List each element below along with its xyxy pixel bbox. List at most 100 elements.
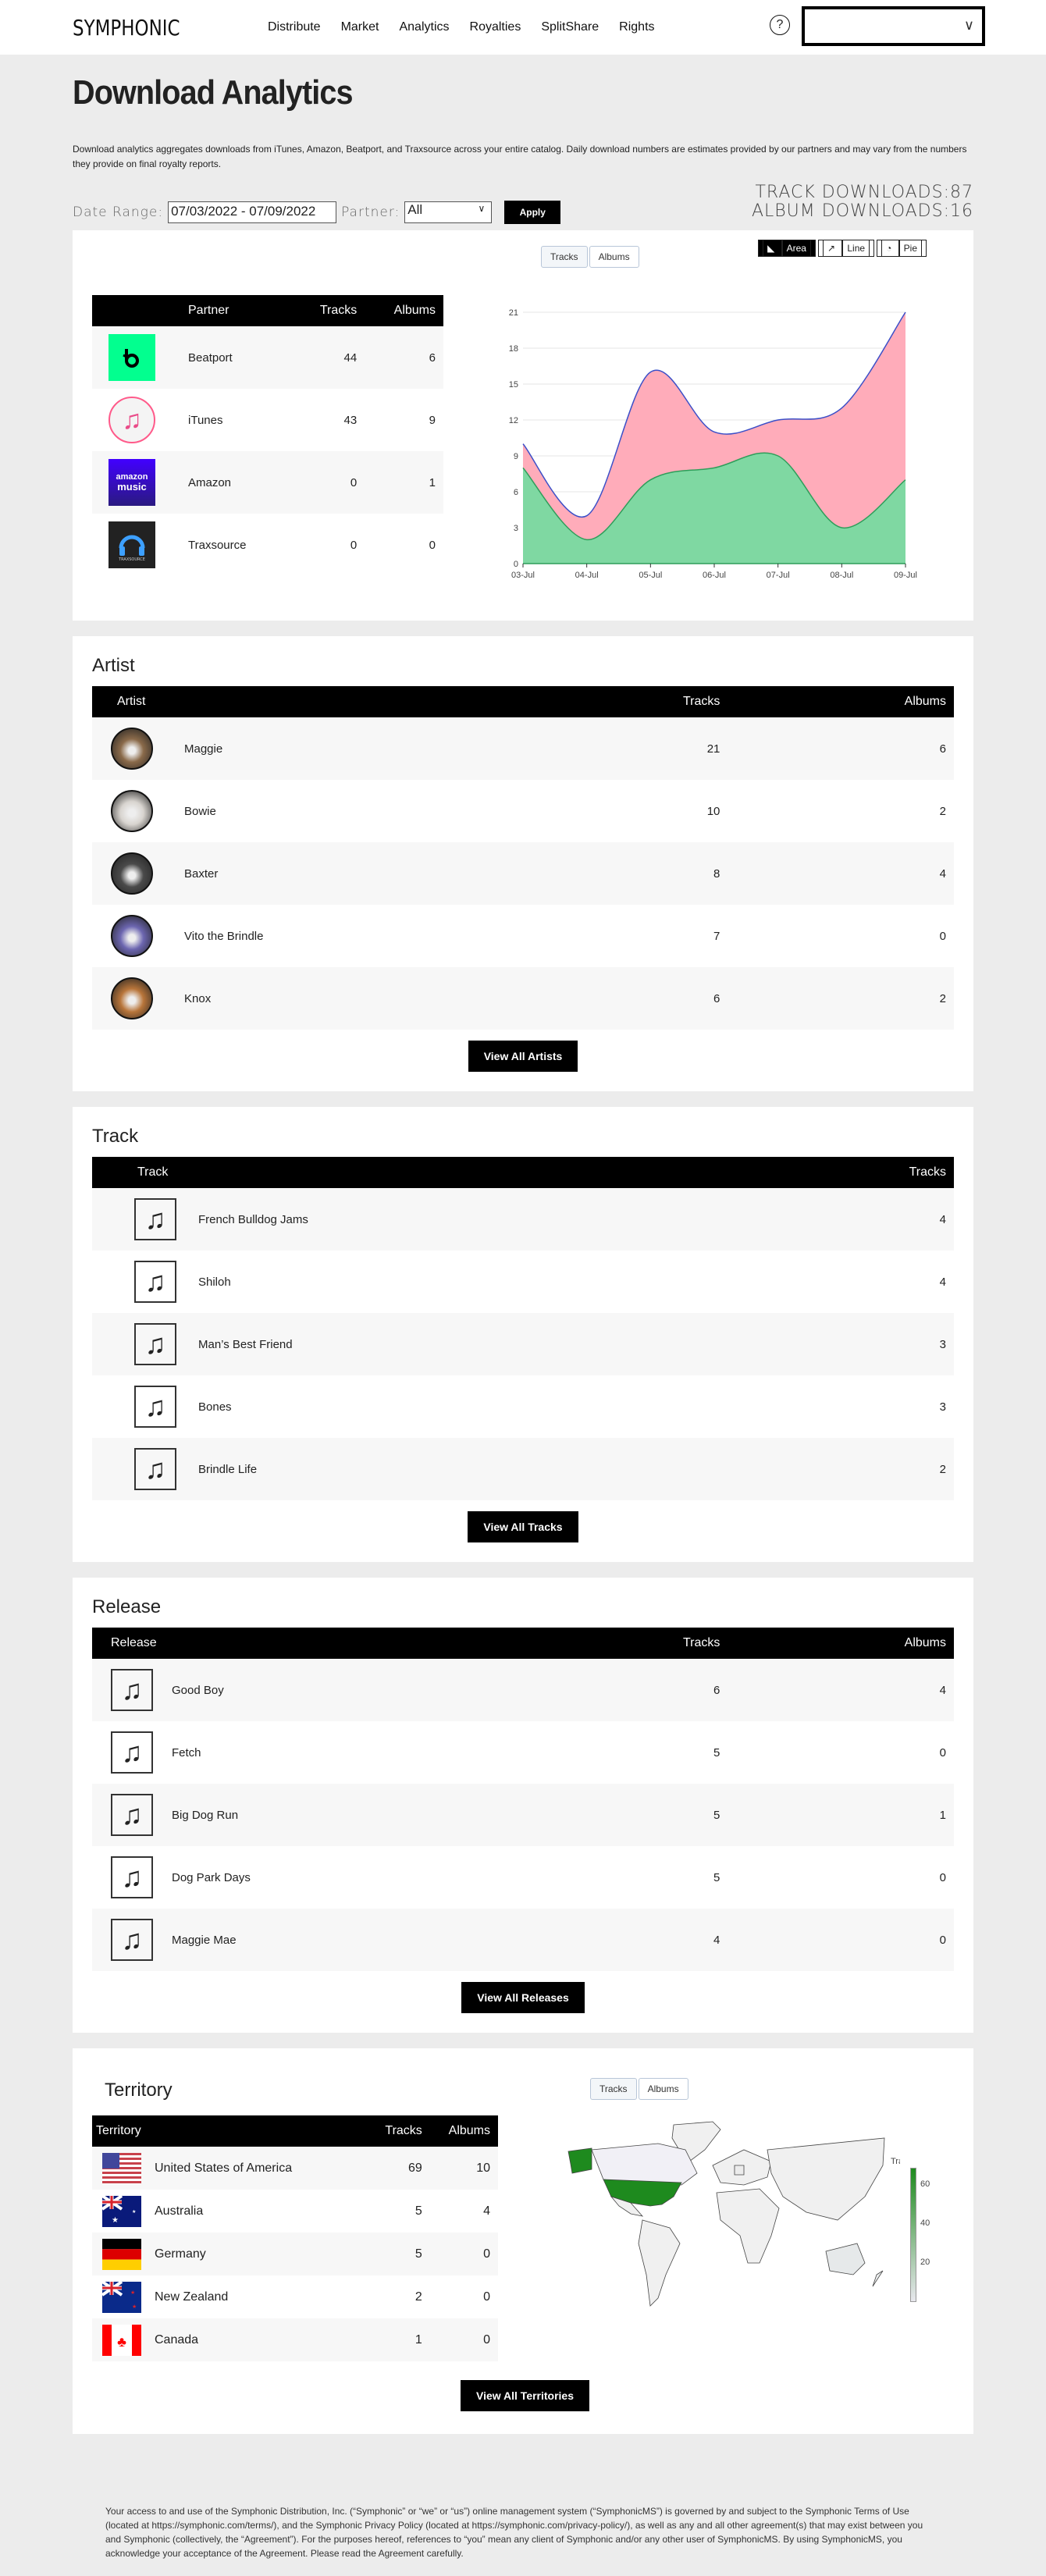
apply-button[interactable]: Apply [504, 201, 561, 225]
column-header-albums[interactable]: Albums [728, 686, 954, 718]
column-header-track[interactable]: Track [92, 1157, 806, 1189]
column-header-partner[interactable]: Partner [166, 295, 294, 327]
artist-avatar [111, 728, 153, 770]
track-section-title: Track [92, 1126, 139, 1147]
nav-royalties[interactable]: Royalties [470, 20, 521, 34]
territory-name[interactable]: Australia [155, 2204, 203, 2218]
column-header-tracks[interactable]: Tracks [523, 686, 728, 718]
view-all-releases-button[interactable]: View All Releases [461, 1982, 585, 2014]
column-header-artist[interactable]: Artist [92, 686, 523, 718]
table-row[interactable]: United States of America 69 10 [92, 2147, 498, 2190]
partner-albums: 9 [429, 413, 436, 427]
table-row[interactable]: ♫ French Bulldog Jams 4 [92, 1188, 954, 1251]
artist-name[interactable]: Bowie [184, 805, 216, 818]
view-all-territories-button[interactable]: View All Territories [461, 2380, 590, 2412]
territory-name[interactable]: New Zealand [155, 2290, 228, 2304]
pie-chart-button[interactable]: ◔ Pie [877, 240, 927, 258]
release-name[interactable]: Good Boy [172, 1684, 224, 1697]
column-header-tracks[interactable]: Tracks [365, 2115, 422, 2147]
table-row[interactable]: ★ ★ Australia 5 4 [92, 2190, 498, 2233]
account-select[interactable]: ∨ [802, 6, 985, 46]
partner-tracks: 0 [293, 451, 365, 514]
territory-name[interactable]: Canada [155, 2333, 198, 2347]
view-all-artists-button[interactable]: View All Artists [468, 1041, 578, 1073]
table-row[interactable]: ♫ Dog Park Days 5 0 [92, 1846, 954, 1909]
table-row[interactable]: ♫ Bones 3 [92, 1375, 954, 1438]
table-row[interactable]: ★ ★ New Zealand 2 0 [92, 2275, 498, 2318]
table-row[interactable]: ♫ Brindle Life 2 [92, 1438, 954, 1501]
artist-avatar [111, 915, 153, 958]
symphonic-logo[interactable]: SYMPHONIC [73, 15, 220, 41]
colorbar-tick: 20 [920, 2258, 930, 2268]
track-name[interactable]: Shiloh [198, 1276, 231, 1289]
track-name[interactable]: French Bulldog Jams [198, 1213, 308, 1226]
partner-tracks: 0 [350, 538, 358, 552]
release-name[interactable]: Big Dog Run [172, 1809, 238, 1822]
table-row[interactable]: ♫ Good Boy 6 4 [92, 1659, 954, 1722]
table-row[interactable]: amazon music Amazon 0 1 [92, 451, 443, 514]
line-chart-button[interactable]: ↗ Line [817, 240, 875, 258]
track-downloads-total: TRACK DOWNLOADS:87 [755, 183, 973, 203]
artist-name[interactable]: Maggie [184, 742, 222, 756]
column-header-territory[interactable]: Territory [92, 2115, 366, 2147]
partner-label: Partner: [341, 205, 400, 221]
table-row[interactable]: ♫ Maggie Mae 4 0 [92, 1909, 954, 1972]
column-header-release[interactable]: Release [92, 1628, 523, 1660]
partner-select[interactable]: All ∨ [404, 201, 493, 224]
x-tick-label: 04-Jul [575, 571, 599, 580]
table-row[interactable]: ♣ Canada 1 0 [92, 2318, 498, 2362]
column-header-tracks[interactable]: Tracks [523, 1628, 728, 1660]
table-row[interactable]: TRAXSOURCE Traxsource 0 0 [92, 514, 443, 576]
track-name[interactable]: Man’s Best Friend [198, 1338, 293, 1351]
release-name[interactable]: Dog Park Days [172, 1871, 251, 1884]
table-row[interactable]: ♫ Shiloh 4 [92, 1251, 954, 1313]
table-row[interactable]: Knox 6 2 [92, 967, 954, 1030]
track-name[interactable]: Brindle Life [198, 1463, 257, 1476]
artist-table: Artist Tracks Albums Maggie 21 6 Bowie 10… [92, 686, 954, 1030]
release-albums: 0 [939, 1870, 946, 1884]
nav-market[interactable]: Market [341, 20, 379, 34]
table-row[interactable]: Maggie 21 6 [92, 717, 954, 781]
view-all-tracks-button[interactable]: View All Tracks [468, 1511, 578, 1543]
release-name[interactable]: Maggie Mae [172, 1934, 237, 1947]
table-row[interactable]: Bowie 10 2 [92, 780, 954, 842]
map-albums-toggle-button[interactable]: Albums [638, 2078, 688, 2101]
tracks-toggle-button[interactable]: Tracks [541, 246, 588, 269]
table-row[interactable]: ♫ Fetch 5 0 [92, 1721, 954, 1784]
artist-name[interactable]: Baxter [184, 867, 218, 881]
albums-toggle-button[interactable]: Albums [589, 246, 639, 269]
main-nav: Distribute Market Analytics Royalties Sp… [268, 20, 655, 34]
territory-section-title: Territory [105, 2080, 173, 2101]
territory-name[interactable]: United States of America [155, 2161, 292, 2175]
territory-albums: 0 [483, 2290, 490, 2304]
table-row[interactable]: Beatport 44 6 [92, 326, 443, 390]
table-row[interactable]: Vito the Brindle 7 0 [92, 905, 954, 967]
date-range-label: Date Range: [73, 205, 164, 221]
table-row[interactable]: Germany 5 0 [92, 2233, 498, 2276]
column-header-albums[interactable]: Albums [422, 2115, 498, 2147]
track-name[interactable]: Bones [198, 1400, 232, 1414]
table-row[interactable]: ♫ Man’s Best Friend 3 [92, 1313, 954, 1376]
artist-name[interactable]: Knox [184, 992, 211, 1005]
column-header-tracks[interactable]: Tracks [293, 295, 365, 327]
column-header-albums[interactable]: Albums [365, 295, 443, 327]
track-count: 4 [939, 1275, 946, 1289]
nav-splitshare[interactable]: SplitShare [541, 20, 599, 34]
date-range-input[interactable]: 07/03/2022 - 07/09/2022 [168, 201, 337, 224]
territory-name[interactable]: Germany [155, 2247, 206, 2261]
column-header-tracks[interactable]: Tracks [806, 1157, 954, 1189]
table-row[interactable]: ♫ Big Dog Run 5 1 [92, 1784, 954, 1847]
table-row[interactable]: Baxter 8 4 [92, 842, 954, 906]
nav-analytics[interactable]: Analytics [399, 20, 449, 34]
map-tracks-toggle-button[interactable]: Tracks [590, 2078, 637, 2101]
nav-distribute[interactable]: Distribute [268, 20, 321, 34]
artist-name[interactable]: Vito the Brindle [184, 930, 263, 943]
area-chart-button[interactable]: ◣ Area [758, 240, 816, 258]
flag-us-icon [102, 2152, 141, 2184]
partner-tracks: 44 [293, 326, 365, 390]
table-row[interactable]: ♫ iTunes 43 9 [92, 389, 443, 451]
column-header-albums[interactable]: Albums [728, 1628, 954, 1660]
help-icon[interactable]: ? [770, 15, 790, 35]
nav-rights[interactable]: Rights [619, 20, 654, 34]
release-name[interactable]: Fetch [172, 1746, 201, 1759]
